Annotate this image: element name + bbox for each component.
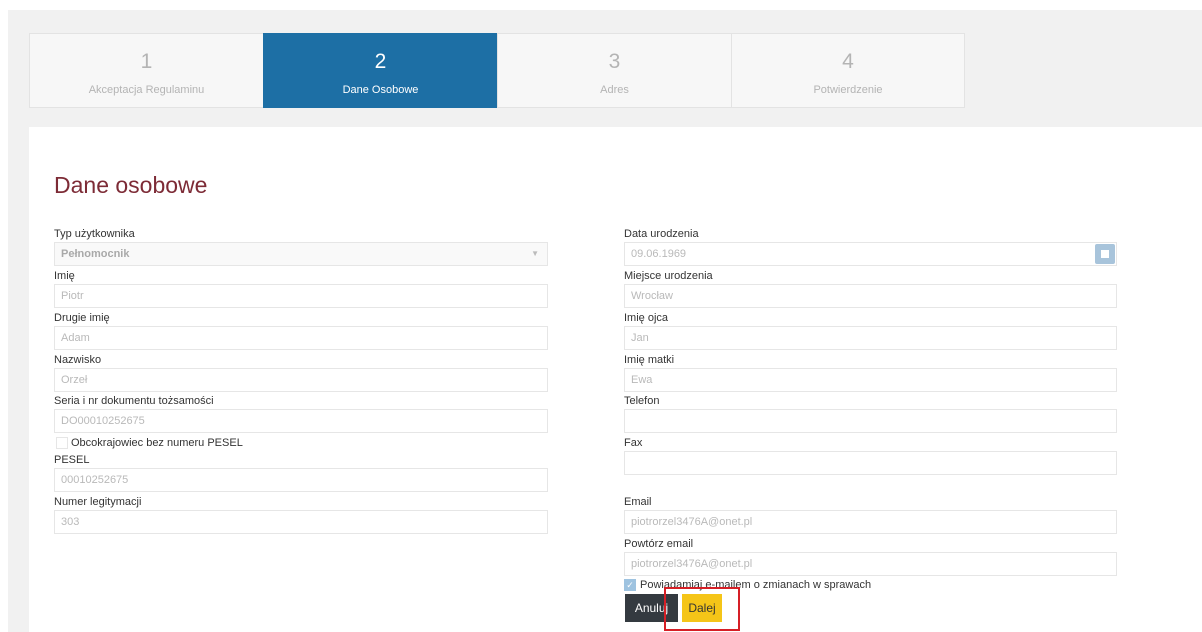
second-name-label: Drugie imię bbox=[54, 312, 110, 324]
email-label: Email bbox=[624, 496, 652, 508]
father-name-label: Imię ojca bbox=[624, 312, 669, 324]
calendar-icon[interactable] bbox=[1095, 244, 1115, 264]
step-address[interactable]: 3 Adres bbox=[497, 33, 731, 108]
phone-input[interactable] bbox=[624, 409, 1117, 433]
pesel-label: PESEL bbox=[54, 454, 90, 466]
highlight-box bbox=[664, 587, 740, 631]
last-name-input[interactable]: Orzeł bbox=[54, 368, 548, 392]
birth-place-label: Miejsce urodzenia bbox=[624, 270, 713, 282]
page-title: Dane osobowe bbox=[54, 172, 208, 198]
form-panel: Dane osobowe Typ użytkownika Pełnomocnik… bbox=[29, 127, 1202, 632]
second-name-input[interactable]: Adam bbox=[54, 326, 548, 350]
step-terms[interactable]: 1 Akceptacja Regulaminu bbox=[29, 33, 263, 108]
user-type-label: Typ użytkownika bbox=[54, 228, 135, 240]
birth-place-input[interactable]: Wrocław bbox=[624, 284, 1117, 308]
step-label: Potwierdzenie bbox=[813, 84, 883, 96]
wizard-steps: 1 Akceptacja Regulaminu 2 Dane Osobowe 3… bbox=[29, 33, 965, 108]
last-name-label: Nazwisko bbox=[54, 354, 102, 366]
card-number-input[interactable]: 303 bbox=[54, 510, 548, 534]
phone-label: Telefon bbox=[624, 395, 660, 407]
step-number: 2 bbox=[374, 50, 387, 73]
email-input[interactable]: piotrorzel3476A@onet.pl bbox=[624, 510, 1117, 534]
step-label: Adres bbox=[600, 84, 629, 96]
step-confirmation[interactable]: 4 Potwierdzenie bbox=[731, 33, 965, 108]
step-label: Dane Osobowe bbox=[342, 84, 419, 96]
notify-checkbox[interactable]: ✓ bbox=[624, 579, 636, 591]
pesel-input[interactable]: 00010252675 bbox=[54, 468, 548, 492]
first-name-label: Imię bbox=[54, 270, 75, 282]
birth-date-input[interactable]: 09.06.1969 bbox=[624, 242, 1117, 266]
step-personal-data[interactable]: 2 Dane Osobowe bbox=[263, 33, 497, 108]
id-document-input[interactable]: DO00010252675 bbox=[54, 409, 548, 433]
chevron-down-icon: ▼ bbox=[531, 249, 539, 258]
step-number: 4 bbox=[842, 50, 854, 73]
father-name-input[interactable]: Jan bbox=[624, 326, 1117, 350]
step-number: 3 bbox=[608, 50, 621, 73]
birth-date-value: 09.06.1969 bbox=[631, 248, 687, 260]
step-label: Akceptacja Regulaminu bbox=[88, 84, 205, 96]
mother-name-label: Imię matki bbox=[624, 354, 675, 366]
email-repeat-input[interactable]: piotrorzel3476A@onet.pl bbox=[624, 552, 1117, 576]
fax-label: Fax bbox=[624, 437, 643, 449]
foreigner-checkbox[interactable] bbox=[56, 437, 68, 449]
fax-input[interactable] bbox=[624, 451, 1117, 475]
foreigner-label: Obcokrajowiec bez numeru PESEL bbox=[71, 437, 243, 449]
card-number-label: Numer legitymacji bbox=[54, 496, 142, 508]
user-type-value: Pełnomocnik bbox=[61, 248, 130, 260]
first-name-input[interactable]: Piotr bbox=[54, 284, 548, 308]
email-repeat-label: Powtórz email bbox=[624, 538, 694, 550]
id-document-label: Seria i nr dokumentu tożsamości bbox=[54, 395, 214, 407]
birth-date-label: Data urodzenia bbox=[624, 228, 699, 240]
step-number: 1 bbox=[140, 50, 153, 73]
user-type-select[interactable]: Pełnomocnik ▼ bbox=[54, 242, 548, 266]
mother-name-input[interactable]: Ewa bbox=[624, 368, 1117, 392]
